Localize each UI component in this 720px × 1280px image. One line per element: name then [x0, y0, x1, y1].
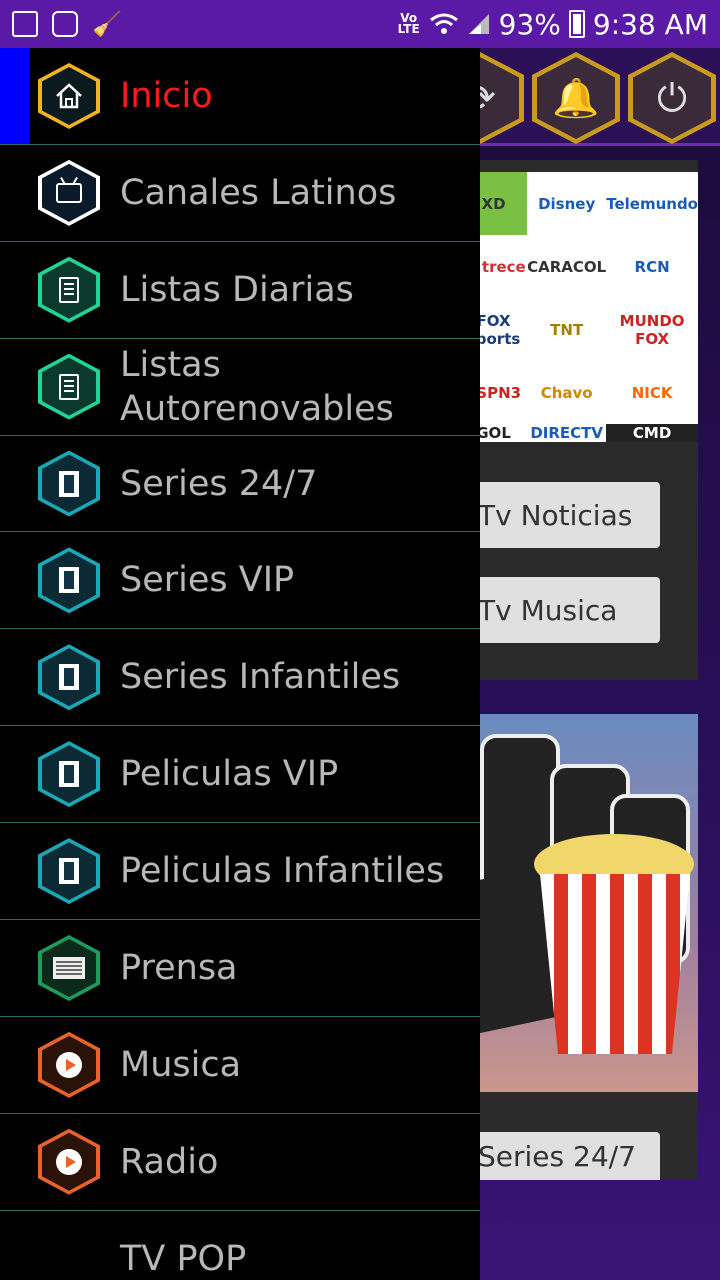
- tv-musica-button[interactable]: Tv Musica: [460, 577, 660, 643]
- menu-item-label: Peliculas VIP: [120, 754, 339, 795]
- menu-item-series-vip[interactable]: Series VIP: [0, 532, 480, 630]
- menu-item-prensa[interactable]: Prensa: [0, 920, 480, 1017]
- film-icon: [59, 567, 79, 594]
- logo: RCN: [634, 257, 670, 276]
- newspaper-icon: [53, 956, 85, 979]
- series-247-button[interactable]: Series 24/7: [460, 1132, 660, 1180]
- menu-item-peliculas-vip[interactable]: Peliculas VIP: [0, 726, 480, 824]
- movies-promo-image[interactable]: [460, 714, 698, 1092]
- menu-item-label: Listas Diarias: [120, 269, 354, 310]
- list-icon: [59, 276, 79, 303]
- menu-item-label: Series VIP: [120, 560, 295, 601]
- menu-item-label: Listas Autorenovables: [120, 344, 394, 429]
- menu-item-canales-latinos[interactable]: Canales Latinos: [0, 145, 480, 242]
- logo: Chavo: [540, 383, 593, 402]
- menu-item-peliculas-infantiles[interactable]: Peliculas Infantiles: [0, 823, 480, 921]
- film-icon: [59, 761, 79, 788]
- navigation-drawer: Inicio Canales Latinos Listas Diarias Li…: [0, 48, 480, 1280]
- logo: Disney: [538, 194, 596, 213]
- menu-item-label: Series Infantiles: [120, 657, 401, 698]
- film-icon: [59, 858, 79, 885]
- menu-item-listas-diarias[interactable]: Listas Diarias: [0, 242, 480, 339]
- tv-icon: [56, 182, 82, 203]
- film-icon: [59, 470, 79, 497]
- menu-item-radio[interactable]: Radio: [0, 1114, 480, 1211]
- film-icon: [59, 664, 79, 691]
- play-icon: [56, 1148, 82, 1175]
- menu-item-label: Musica: [120, 1044, 242, 1085]
- menu-item-label: Canales Latinos: [120, 172, 397, 213]
- status-bar: 🧹 Vo LTE 93% 9:38 AM: [0, 0, 720, 48]
- cleaner-icon: 🧹: [92, 10, 122, 38]
- logo: MUNDO FOX: [619, 311, 685, 348]
- menu-item-label: Radio: [120, 1141, 219, 1182]
- battery-icon: [568, 10, 585, 38]
- menu-item-label: Series 24/7: [120, 463, 318, 504]
- channel-logos-image[interactable]: XD Disney Telemundo el trece CARACOL RCN…: [460, 172, 698, 442]
- menu-item-label: TV POP: [120, 1238, 247, 1279]
- clock: 9:38 AM: [592, 7, 708, 41]
- logo: NICK: [631, 383, 673, 402]
- power-icon: ⏻: [656, 75, 688, 120]
- app-notification-icon: [52, 11, 78, 37]
- play-icon: [56, 1051, 82, 1078]
- logo: DIRECTV: [530, 424, 604, 442]
- menu-item-label: Prensa: [120, 947, 238, 988]
- bell-icon: 🔔: [552, 75, 600, 120]
- menu-item-series-24-7[interactable]: Series 24/7: [0, 436, 480, 533]
- logo: Telemundo: [606, 194, 698, 213]
- menu-item-musica[interactable]: Musica: [0, 1017, 480, 1114]
- menu-item-inicio[interactable]: Inicio: [0, 48, 480, 145]
- logo: TNT: [550, 320, 584, 339]
- battery-percentage: 93%: [498, 7, 561, 41]
- wifi-icon: [429, 13, 458, 34]
- tv-noticias-button[interactable]: Tv Noticias: [460, 482, 660, 548]
- menu-item-label: Peliculas Infantiles: [120, 851, 445, 892]
- popcorn-box-graphic: [540, 874, 690, 1054]
- logo: CMD: [606, 424, 698, 442]
- menu-item-series-infantiles[interactable]: Series Infantiles: [0, 629, 480, 727]
- volte-indicator: Vo LTE: [397, 11, 420, 36]
- home-icon: [56, 83, 82, 109]
- active-indicator: [0, 48, 30, 144]
- signal-icon: [468, 14, 489, 34]
- notifications-button[interactable]: 🔔: [532, 52, 620, 144]
- menu-item-tv-pop[interactable]: TV POP: [0, 1211, 480, 1280]
- logo: CARACOL: [527, 257, 607, 276]
- power-button[interactable]: ⏻: [628, 52, 716, 144]
- gallery-icon: [12, 11, 38, 37]
- menu-item-label: Inicio: [120, 75, 213, 116]
- list-icon: [59, 373, 79, 400]
- menu-item-listas-autorenovables[interactable]: Listas Autorenovables: [0, 339, 480, 436]
